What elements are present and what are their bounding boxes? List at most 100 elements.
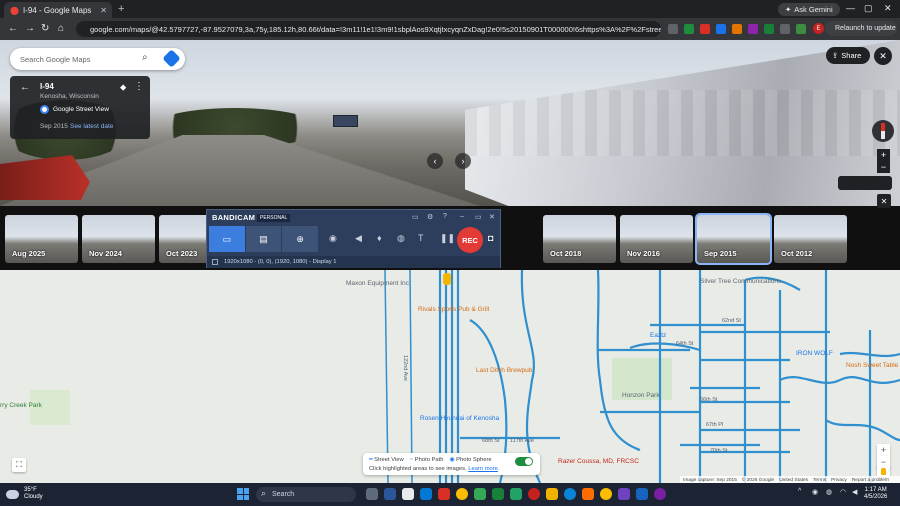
street-view-panel[interactable]: Search Google Maps ⌕ ← I-94 ⬥ ⋮ Kenosha,… (0, 40, 900, 206)
map-poi-eaztz[interactable]: Eaztz (650, 332, 666, 339)
map-poi-iron-wolf[interactable]: IRON WOLF (796, 350, 833, 357)
map-poi-nosh[interactable]: Nosh Sweet Table (846, 362, 898, 369)
text-icon[interactable]: T (418, 233, 424, 243)
app-icon[interactable] (636, 488, 648, 500)
back-arrow-icon[interactable]: ← (20, 82, 30, 93)
share-button[interactable]: ⇪ Share (826, 47, 870, 64)
timeline-thumbnail[interactable]: Aug 2025 (5, 215, 78, 263)
pause-icon[interactable]: ❚❚ (440, 233, 455, 244)
learn-more-link[interactable]: Learn more (468, 466, 498, 472)
app-icon[interactable] (492, 488, 504, 500)
volume-icon[interactable]: ◀ (852, 488, 857, 496)
street-view-toggle[interactable] (515, 457, 533, 466)
map-label-maxon[interactable]: Maxon Equipment Inc (346, 280, 409, 287)
privacy-link[interactable]: Privacy (831, 478, 847, 483)
region-link[interactable]: United States (779, 478, 808, 483)
taskbar-clock[interactable]: 1:17 AM 4/5/2026 (864, 487, 887, 501)
extension-icon[interactable] (732, 24, 742, 34)
app-icon[interactable] (654, 488, 666, 500)
map-poi-rivals[interactable]: Rivals Sports Pub & Grill (418, 306, 489, 313)
close-timeline-button[interactable]: ✕ (877, 194, 891, 208)
app-icon[interactable] (474, 488, 486, 500)
app-icon[interactable] (438, 488, 450, 500)
forward-icon[interactable]: → (25, 23, 35, 34)
fullscreen-icon[interactable]: ⛶ (12, 458, 26, 472)
map-poi-rosen[interactable]: Rosen Hyundai of Kenosha (420, 415, 499, 422)
app-icon[interactable] (618, 488, 630, 500)
speaker-icon[interactable]: ◀ (355, 233, 362, 244)
terms-link[interactable]: Terms (813, 478, 826, 483)
new-tab-button[interactable]: + (118, 3, 124, 15)
app-icon[interactable] (384, 488, 396, 500)
help-icon[interactable]: ? (443, 213, 447, 220)
nav-left-arrow-icon[interactable]: ‹ (427, 153, 443, 169)
minimize-icon[interactable]: – (460, 213, 464, 220)
chrome-icon[interactable] (600, 488, 612, 500)
tray-chevron-icon[interactable]: ^ (798, 488, 801, 495)
chrome-icon[interactable] (456, 488, 468, 500)
edge-icon[interactable] (564, 488, 576, 500)
map-poi-last-ditch[interactable]: Last Ditch Brewpub (476, 367, 532, 374)
timeline-thumbnail[interactable]: Nov 2016 (620, 215, 693, 263)
device-mode-icon[interactable]: ▤ (245, 226, 282, 252)
address-bar[interactable]: google.com/maps/@42.5797727,-87.9527079,… (76, 21, 661, 37)
webcam-icon[interactable]: ◉ (329, 233, 337, 244)
minimize-icon[interactable]: — (846, 3, 855, 13)
back-icon[interactable]: ← (8, 23, 18, 34)
close-street-view-button[interactable]: ✕ (874, 47, 892, 65)
microphone-icon[interactable]: ♦ (377, 233, 382, 243)
capture-checkbox[interactable] (212, 259, 218, 265)
record-button[interactable]: REC (457, 227, 483, 253)
map-poi-razer[interactable]: Razer Coussa, MD, FRCSC (558, 458, 639, 465)
bookmark-star-icon[interactable] (668, 24, 678, 34)
tray-app-icon[interactable]: ◉ (812, 488, 818, 496)
map-label-creek-park[interactable]: rry Creek Park (0, 402, 42, 409)
taskbar-search[interactable]: Search (256, 487, 356, 502)
zoom-in-button[interactable]: + (877, 149, 890, 161)
nav-right-arrow-icon[interactable]: › (455, 153, 471, 169)
map-label-honzon-park[interactable]: Honzon Park (622, 392, 660, 399)
map-panel[interactable]: Maxon Equipment Inc Rivals Sports Pub & … (0, 270, 900, 483)
tab-close-icon[interactable]: ✕ (100, 6, 107, 15)
directions-icon[interactable] (162, 49, 181, 68)
layers-toggle[interactable] (838, 176, 892, 190)
app-icon[interactable] (402, 488, 414, 500)
game-mode-icon[interactable]: ⊕ (282, 226, 319, 252)
task-view-icon[interactable] (366, 488, 378, 500)
map-label-silver-tree[interactable]: Silver Tree Communications (700, 278, 781, 285)
maximize-icon[interactable]: ▢ (864, 3, 873, 14)
reload-icon[interactable]: ↻ (41, 23, 49, 34)
map-zoom-in-button[interactable]: + (877, 444, 890, 456)
extension-icon[interactable] (716, 24, 726, 34)
search-input[interactable]: Search Google Maps ⌕ (10, 48, 185, 70)
timeline-thumbnail[interactable]: Oct 2018 (543, 215, 616, 263)
tab-google-maps[interactable]: ⬤ I-94 - Google Maps ✕ (4, 2, 112, 18)
extension-icon[interactable] (700, 24, 710, 34)
mouse-icon[interactable]: ◍ (397, 233, 405, 244)
close-icon[interactable]: ✕ (489, 213, 495, 221)
app-icon[interactable] (582, 488, 594, 500)
relaunch-button[interactable]: Relaunch to update (825, 21, 897, 36)
home-icon[interactable]: ⌂ (58, 23, 64, 34)
more-vert-icon[interactable]: ⋮ (134, 81, 144, 92)
report-problem-link[interactable]: Report a problem (852, 478, 889, 483)
extension-icon[interactable] (748, 24, 758, 34)
wifi-icon[interactable]: ◠ (840, 488, 846, 496)
window-close-icon[interactable]: ✕ (884, 3, 892, 14)
timeline-thumbnail[interactable]: Nov 2024 (82, 215, 155, 263)
restore-icon[interactable]: ▭ (475, 213, 482, 221)
location-pin-icon[interactable]: ⬥ (120, 82, 126, 93)
profile-avatar[interactable]: E (813, 23, 824, 34)
search-icon[interactable]: ⌕ (142, 52, 148, 63)
file-explorer-icon[interactable] (546, 488, 558, 500)
see-latest-date-link[interactable]: See latest date (70, 123, 113, 130)
tray-app-icon[interactable]: ◍ (826, 488, 832, 496)
screen-mode-icon[interactable]: ▭ (209, 226, 245, 252)
app-icon[interactable] (510, 488, 522, 500)
ask-gemini-button[interactable]: ✦ Ask Gemini (778, 3, 840, 16)
extension-icon[interactable] (764, 24, 774, 34)
settings-icon[interactable]: ⚙ (427, 213, 433, 221)
weather-widget[interactable]: 35°F Cloudy (6, 487, 43, 501)
timeline-thumbnail-selected[interactable]: Sep 2015 (695, 213, 772, 265)
extension-icon[interactable] (684, 24, 694, 34)
